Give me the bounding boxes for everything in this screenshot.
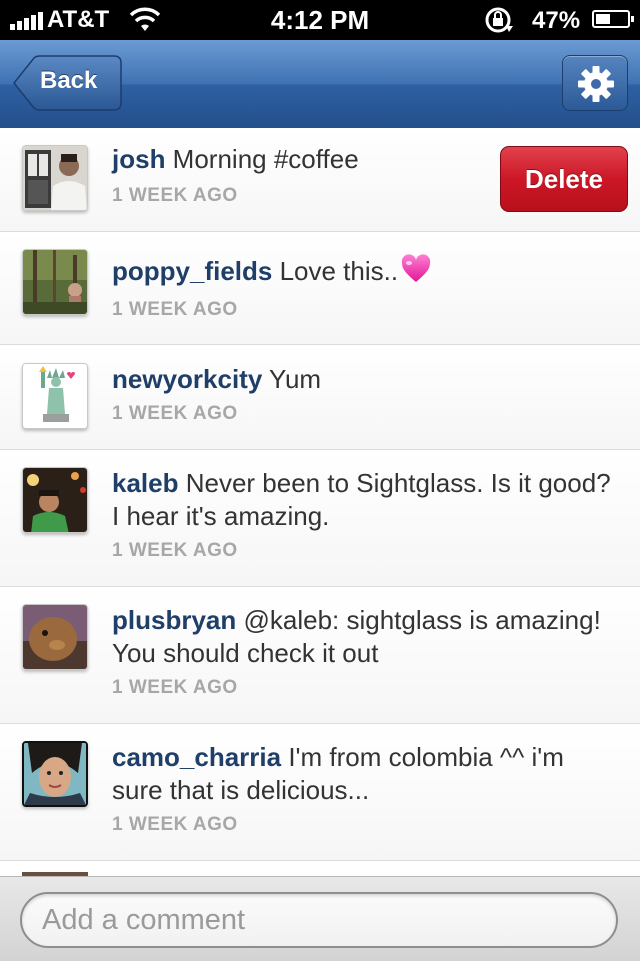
comment-text: newyorkcity Yum [112, 363, 612, 396]
rotation-lock-icon [485, 7, 513, 33]
comment-input[interactable]: Add a comment [20, 892, 618, 948]
avatar[interactable] [22, 467, 88, 533]
comment-username[interactable]: plusbryan [112, 605, 236, 635]
comment-input-placeholder: Add a comment [42, 904, 246, 936]
comment-bar: Add a comment [0, 876, 640, 961]
comment-timestamp: 1 WEEK AGO [112, 814, 238, 835]
avatar[interactable] [22, 145, 88, 211]
battery-icon [592, 10, 634, 28]
back-button-label: Back [40, 67, 98, 94]
comment-text: camo_charria I'm from colombia ^^ i'm su… [112, 741, 612, 807]
avatar[interactable] [22, 741, 88, 807]
comment-row[interactable]: josh Morning #coffee 1 WEEK AGO Delete [0, 128, 640, 232]
comment-timestamp: 1 WEEK AGO [112, 403, 238, 424]
comment-text: plusbryan @kaleb: sightglass is amazing!… [112, 604, 612, 670]
avatar[interactable] [22, 363, 88, 429]
avatar[interactable] [22, 249, 88, 315]
comment-timestamp: 1 WEEK AGO [112, 299, 238, 320]
navigation-bar: Back [0, 40, 640, 129]
comment-username[interactable]: kaleb [112, 468, 179, 498]
comment-body: Love this.. [272, 256, 399, 286]
comment-timestamp: 1 WEEK AGO [112, 677, 238, 698]
comment-body: Morning #coffee [165, 144, 359, 174]
comment-row[interactable]: kaleb Never been to Sightglass. Is it go… [0, 450, 640, 587]
comment-username[interactable]: newyorkcity [112, 364, 262, 394]
comment-username[interactable]: josh [112, 144, 165, 174]
delete-button[interactable]: Delete [500, 146, 628, 212]
comment-username[interactable]: camo_charria [112, 742, 281, 772]
pink-heart-icon [401, 254, 431, 282]
back-button[interactable]: Back [12, 55, 122, 111]
battery-percentage: 47% [532, 7, 581, 34]
gear-icon [578, 66, 614, 102]
comment-body: Never been to Sightglass. Is it good? I … [112, 468, 611, 531]
comment-row[interactable]: poppy_fields Love this.. 1 WEEK AGO [0, 232, 640, 345]
settings-button[interactable] [562, 55, 628, 111]
comments-list: josh Morning #coffee 1 WEEK AGO Delete p… [0, 128, 640, 861]
comment-row[interactable]: plusbryan @kaleb: sightglass is amazing!… [0, 587, 640, 724]
comment-text: poppy_fields Love this.. [112, 254, 612, 288]
comment-row[interactable]: newyorkcity Yum 1 WEEK AGO [0, 345, 640, 450]
status-bar: AT&T 4:12 PM 47% [0, 0, 640, 40]
battery-level [596, 14, 611, 24]
comment-body: Yum [262, 364, 322, 394]
comment-row[interactable]: camo_charria I'm from colombia ^^ i'm su… [0, 724, 640, 861]
avatar[interactable] [22, 604, 88, 670]
comment-timestamp: 1 WEEK AGO [112, 540, 238, 561]
comment-timestamp: 1 WEEK AGO [112, 185, 238, 206]
comment-username[interactable]: poppy_fields [112, 256, 272, 286]
comment-text: josh Morning #coffee [112, 143, 492, 176]
comment-text: kaleb Never been to Sightglass. Is it go… [112, 467, 612, 533]
